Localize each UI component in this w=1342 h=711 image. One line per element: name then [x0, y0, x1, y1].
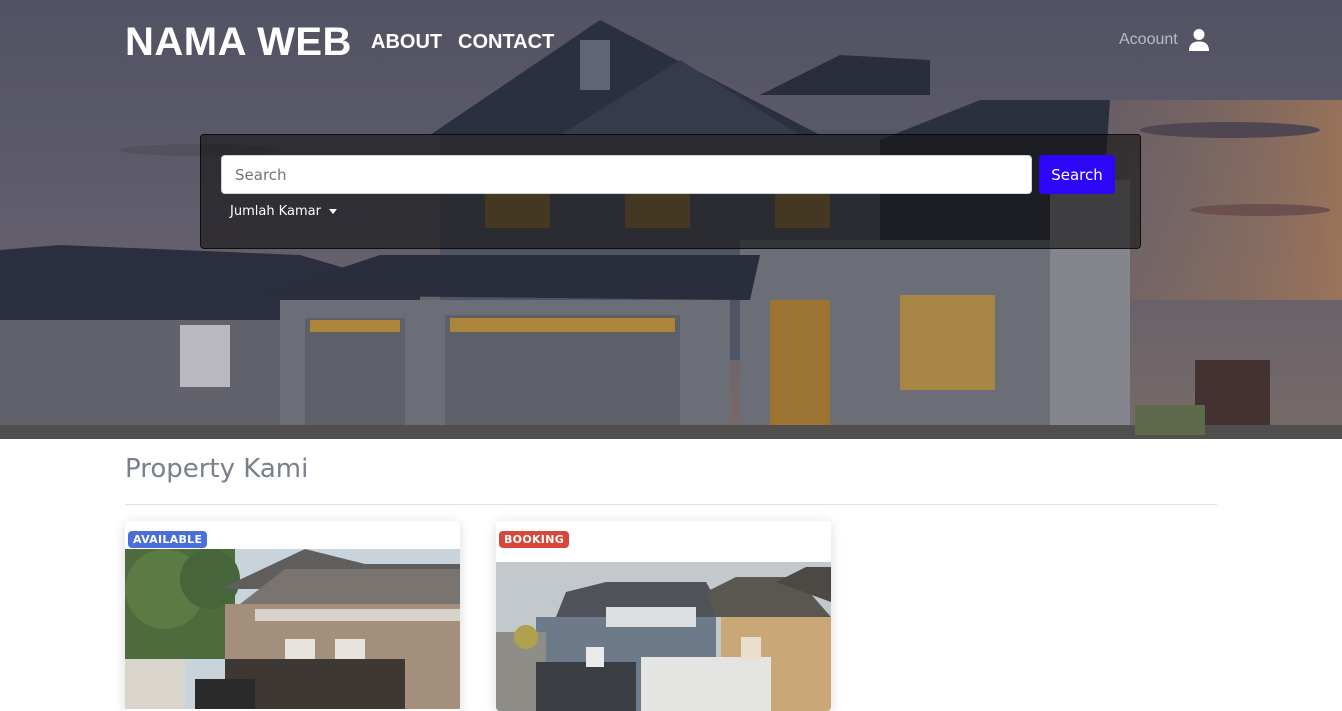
nav-contact-link[interactable]: CONTACT [458, 31, 554, 54]
status-badge: BOOKING [499, 531, 570, 548]
search-input[interactable] [221, 155, 1032, 194]
account-label: Acoount [1119, 31, 1178, 48]
dropdown-label: Jumlah Kamar [230, 204, 321, 219]
search-panel: Search Jumlah Kamar [200, 134, 1141, 249]
search-button[interactable]: Search [1039, 155, 1115, 194]
bedroom-count-dropdown[interactable]: Jumlah Kamar [230, 204, 337, 219]
property-card[interactable]: AVAILABLE [125, 521, 460, 711]
account-menu[interactable]: Acoount [1119, 28, 1210, 52]
user-icon [1188, 29, 1209, 51]
section-divider [125, 504, 1217, 505]
brand-logo[interactable]: NAMA WEB [125, 20, 352, 65]
status-badge: AVAILABLE [128, 531, 208, 548]
property-card[interactable]: BOOKING [496, 521, 831, 711]
property-photo [125, 549, 460, 709]
caret-down-icon [328, 209, 337, 214]
property-photo [496, 562, 831, 711]
section-title: Property Kami [125, 454, 309, 484]
nav-about-link[interactable]: ABOUT [371, 31, 442, 54]
